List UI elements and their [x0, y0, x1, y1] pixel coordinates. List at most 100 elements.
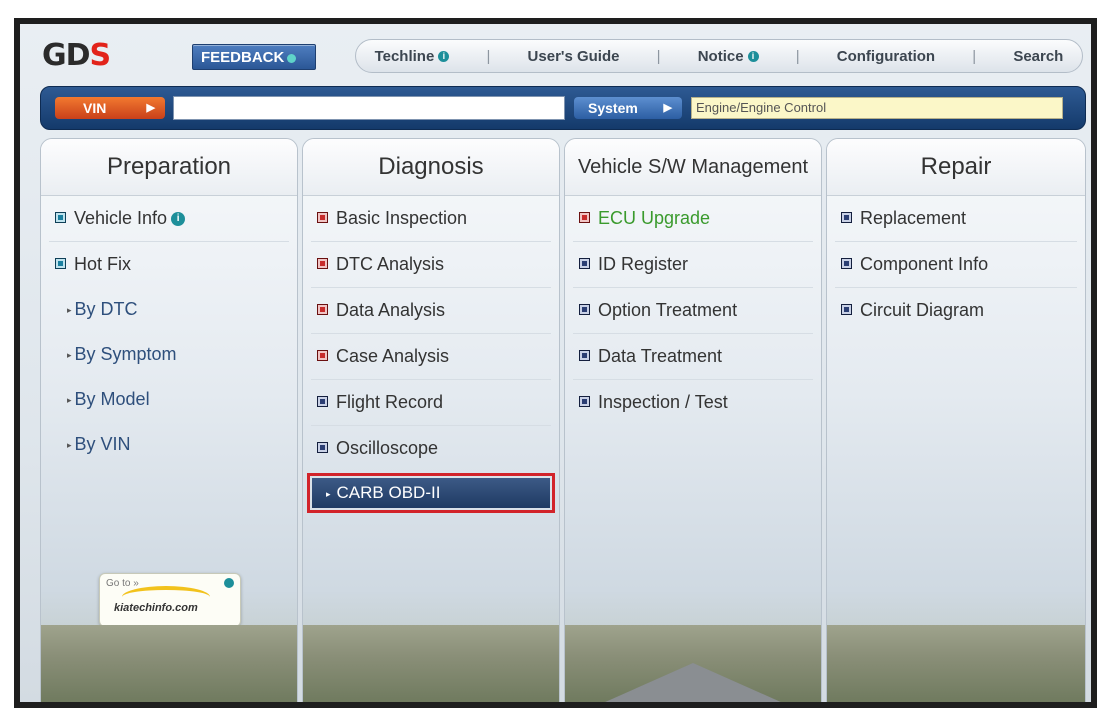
preparation-column: Preparation Vehicle Info i Hot Fix ▸ By DT…	[40, 138, 298, 702]
bullet-square-icon	[317, 349, 328, 361]
menu-item-label: Flight Record	[336, 392, 444, 412]
nav-search[interactable]: Search	[1013, 48, 1063, 65]
submenu-item-label: By VIN	[74, 434, 131, 454]
menu-item-vehicle-info[interactable]: Vehicle Info i	[49, 196, 289, 242]
submenu-item-label: By Symptom	[74, 344, 177, 364]
repair-column: Repair Replacement Component Info Circui…	[826, 138, 1086, 702]
highlight-box: ▸ CARB OBD-II	[307, 473, 555, 513]
gds-logo: GDS	[42, 38, 112, 73]
menu-item-label: Vehicle Info	[74, 208, 168, 228]
menu-item-label: Inspection / Test	[598, 392, 728, 412]
menu-item-label: CARB OBD-II	[336, 483, 441, 502]
logo-text: GD	[42, 38, 91, 73]
bullet-square-icon	[579, 395, 590, 407]
bullet-square-icon	[317, 257, 328, 269]
menu-item-ecu-upgrade[interactable]: ECU Upgrade	[573, 196, 813, 242]
menu-item-label: Case Analysis	[336, 346, 450, 366]
nav-configuration[interactable]: Configuration	[837, 48, 935, 65]
top-navigation: Techline i | User's Guide | Notice i | Con…	[355, 39, 1083, 73]
menu-item-label: Component Info	[860, 254, 989, 274]
menu-item-option-treatment[interactable]: Option Treatment	[573, 288, 813, 334]
triangle-right-icon: ▸	[67, 349, 72, 360]
nav-separator: |	[795, 47, 800, 65]
vin-button[interactable]: VIN ▶	[55, 97, 165, 119]
nav-configuration-label: Configuration	[836, 47, 936, 65]
menu-item-label: ECU Upgrade	[598, 208, 711, 228]
menu-item-case-analysis[interactable]: Case Analysis	[311, 334, 551, 380]
submenu-item-by-vin[interactable]: ▸ By VIN	[49, 422, 289, 467]
triangle-right-icon: ▸	[67, 304, 72, 315]
repair-title: Repair	[827, 139, 1085, 196]
system-button[interactable]: System ▶	[574, 97, 682, 119]
triangle-right-icon: ▸	[67, 439, 72, 450]
menu-item-label: Replacement	[860, 208, 967, 228]
feedback-label: FEEDBACK	[201, 49, 285, 66]
sw-management-column: Vehicle S/W Management ECU Upgrade ID Re…	[564, 138, 822, 702]
screenshot-frame: GDS FEEDBACK Techline i | User's Guide | …	[14, 18, 1097, 708]
menu-item-data-analysis[interactable]: Data Analysis	[311, 288, 551, 334]
nav-users-guide-label: User's Guide	[527, 47, 620, 65]
info-icon: i	[747, 51, 759, 63]
nav-separator: |	[656, 47, 661, 65]
menu-item-circuit-diagram[interactable]: Circuit Diagram	[835, 288, 1077, 333]
system-button-label: System	[588, 100, 638, 116]
feedback-button[interactable]: FEEDBACK	[192, 44, 316, 70]
logo-mark: S	[89, 38, 112, 73]
bullet-square-icon	[841, 303, 852, 315]
feedback-dot-icon	[287, 53, 297, 63]
nav-notice[interactable]: Notice i	[698, 48, 759, 65]
vin-button-label: VIN	[83, 100, 107, 116]
landscape-road	[603, 663, 783, 702]
menu-item-label: Option Treatment	[598, 300, 738, 320]
menu-item-carb-obd-ii[interactable]: ▸ CARB OBD-II	[312, 478, 550, 508]
menu-item-hot-fix[interactable]: Hot Fix	[49, 242, 289, 287]
vin-input[interactable]	[173, 96, 565, 120]
menu-item-label: ID Register	[598, 254, 689, 274]
gds-main-screen: GDS FEEDBACK Techline i | User's Guide | …	[20, 24, 1091, 702]
site-label: kiatechinfo.com	[114, 602, 198, 614]
menu-item-component-info[interactable]: Component Info	[835, 242, 1077, 288]
menu-item-flight-record[interactable]: Flight Record	[311, 380, 551, 426]
menu-item-label: Hot Fix	[74, 254, 132, 274]
landscape-ground	[827, 625, 1085, 702]
menu-item-dtc-analysis[interactable]: DTC Analysis	[311, 242, 551, 288]
landscape-ground	[303, 625, 559, 702]
bullet-square-icon	[841, 257, 852, 269]
bullet-square-icon	[55, 257, 66, 269]
menu-item-replacement[interactable]: Replacement	[835, 196, 1077, 242]
bullet-square-icon	[579, 257, 590, 269]
bullet-square-icon	[841, 211, 852, 223]
sw-management-title: Vehicle S/W Management	[565, 139, 821, 196]
nav-search-label: Search	[1013, 47, 1064, 65]
submenu-item-by-dtc[interactable]: ▸ By DTC	[49, 287, 289, 332]
landscape-ground	[41, 625, 297, 702]
vin-system-bar: VIN ▶ System ▶ Engine/Engine Control	[40, 86, 1086, 130]
submenu-item-label: By DTC	[74, 299, 138, 319]
bullet-square-icon	[317, 303, 328, 315]
nav-separator: |	[972, 47, 977, 65]
menu-item-id-register[interactable]: ID Register	[573, 242, 813, 288]
nav-users-guide[interactable]: User's Guide	[528, 48, 620, 65]
nav-techline[interactable]: Techline i	[375, 48, 450, 65]
arrow-right-icon: ▶	[663, 102, 672, 114]
nav-notice-label: Notice	[697, 47, 744, 65]
bullet-square-icon	[317, 441, 328, 453]
bullet-square-icon	[579, 303, 590, 315]
menu-item-inspection-test[interactable]: Inspection / Test	[573, 380, 813, 425]
info-icon[interactable]: i	[171, 212, 186, 227]
kiatechinfo-link[interactable]: Go to » kiatechinfo.com	[99, 573, 241, 627]
menu-item-oscilloscope[interactable]: Oscilloscope	[311, 426, 551, 471]
menu-item-label: Data Analysis	[336, 300, 446, 320]
menu-item-label: Data Treatment	[598, 346, 723, 366]
goto-label: Go to »	[106, 578, 139, 589]
arrow-right-icon: ▶	[146, 102, 155, 114]
submenu-item-by-model[interactable]: ▸ By Model	[49, 377, 289, 422]
bullet-square-icon	[317, 211, 328, 223]
menu-item-data-treatment[interactable]: Data Treatment	[573, 334, 813, 380]
bullet-square-icon	[55, 211, 66, 223]
system-field[interactable]: Engine/Engine Control	[691, 97, 1063, 119]
menu-item-basic-inspection[interactable]: Basic Inspection	[311, 196, 551, 242]
triangle-right-icon: ▸	[326, 488, 331, 499]
submenu-item-by-symptom[interactable]: ▸ By Symptom	[49, 332, 289, 377]
diagnosis-column: Diagnosis Basic Inspection DTC Analysis …	[302, 138, 560, 702]
